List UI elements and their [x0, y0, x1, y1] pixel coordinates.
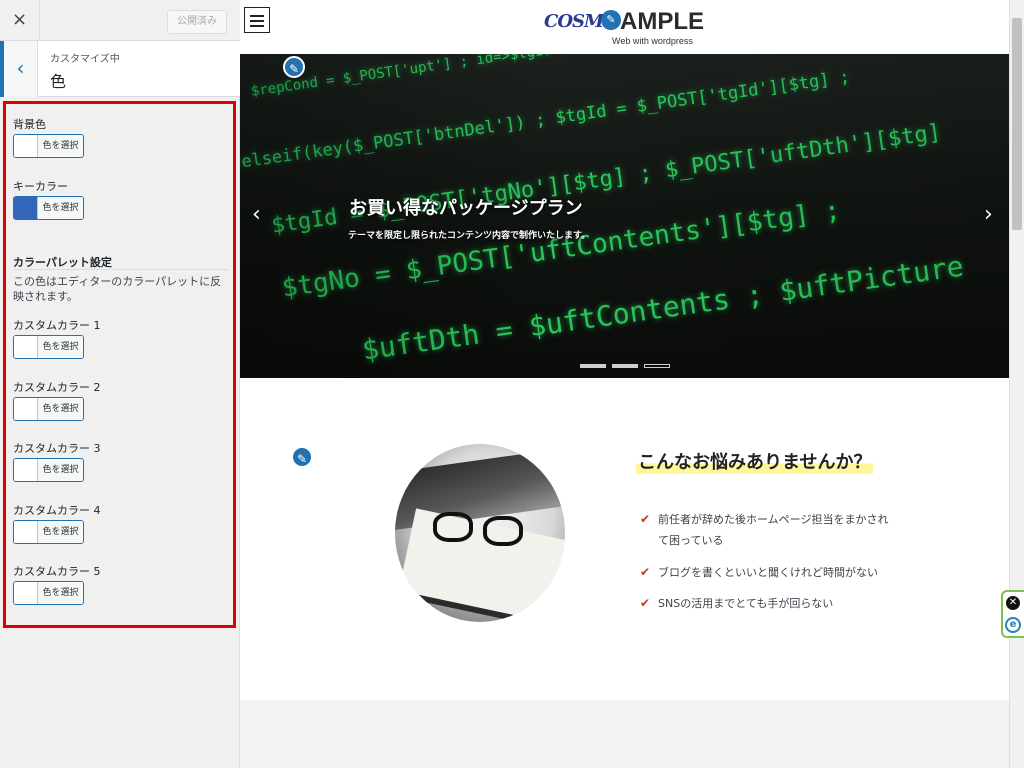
custom-color-4-label: カスタムカラー 4	[13, 504, 101, 517]
palette-heading: カラーパレット設定	[13, 256, 112, 269]
widget-logo-icon[interactable]: e	[1005, 617, 1021, 633]
customizer-sidebar: × 公開済み ‹ カスタマイズ中 色 背景色 色を選択 キーカラー 色を選択 カ…	[0, 0, 240, 768]
color-swatch	[14, 336, 38, 358]
custom-color-1-picker[interactable]: 色を選択	[13, 335, 84, 359]
customizing-label: カスタマイズ中	[50, 54, 120, 65]
menu-icon[interactable]	[244, 7, 270, 33]
preview-scrollbar[interactable]	[1009, 0, 1024, 768]
edit-shortcut-icon[interactable]: ✎	[291, 446, 313, 468]
next-section	[240, 700, 1009, 768]
custom-color-3-label: カスタムカラー 3	[13, 442, 101, 455]
color-swatch	[14, 459, 38, 481]
edit-shortcut-icon[interactable]: ✎	[283, 56, 305, 78]
sidebar-header: × 公開済み	[0, 0, 240, 41]
custom-color-5-label: カスタムカラー 5	[13, 565, 101, 578]
scrollbar-thumb[interactable]	[1012, 18, 1022, 230]
extension-widget: ✕ e	[1001, 590, 1024, 638]
section-title: ‹ カスタマイズ中 色	[0, 41, 240, 97]
check-icon: ✔	[640, 565, 651, 579]
background-color-label: 背景色	[13, 118, 46, 131]
custom-color-3-picker[interactable]: 色を選択	[13, 458, 84, 482]
slider-dot[interactable]	[580, 364, 606, 368]
site-logo-title[interactable]: AMPLE	[620, 8, 704, 36]
slider-dot-active[interactable]	[644, 364, 670, 368]
problem-item: 前任者が辞めた後ホームページ担当をまかされて困っている	[658, 513, 889, 547]
select-color-label: 色を選択	[38, 398, 83, 420]
slider-prev-icon[interactable]: ‹	[252, 202, 261, 227]
color-swatch	[14, 197, 38, 219]
key-color-label: キーカラー	[13, 180, 68, 193]
publish-button[interactable]: 公開済み	[167, 10, 227, 34]
background-color-picker[interactable]: 色を選択	[13, 134, 84, 158]
site-logo-subtitle: Web with wordpress	[612, 36, 693, 46]
custom-color-1-label: カスタムカラー 1	[13, 319, 101, 332]
widget-close-icon[interactable]: ✕	[1006, 596, 1020, 610]
select-color-label: 色を選択	[38, 459, 83, 481]
select-color-label: 色を選択	[38, 135, 83, 157]
problems-section: ✎ こんなお悩みありませんか？ ✔ 前任者が辞めた後ホームページ担当をまかされて…	[240, 378, 1009, 700]
custom-color-5-picker[interactable]: 色を選択	[13, 581, 84, 605]
palette-divider	[13, 269, 228, 270]
slider-pagination	[580, 364, 670, 368]
select-color-label: 色を選択	[38, 582, 83, 604]
glasses-notebook-image	[395, 444, 565, 622]
color-swatch	[14, 582, 38, 604]
color-settings-panel: 背景色 色を選択 キーカラー 色を選択 カラーパレット設定 この色はエディターの…	[3, 101, 236, 628]
close-button[interactable]: ×	[0, 0, 40, 40]
select-color-label: 色を選択	[38, 336, 83, 358]
edit-shortcut-icon[interactable]: ✎	[601, 10, 621, 30]
check-icon: ✔	[640, 596, 651, 610]
palette-description: この色はエディターのカラーパレットに反映されます。	[13, 275, 222, 303]
key-color-picker[interactable]: 色を選択	[13, 196, 84, 220]
problem-item: SNSの活用までとても手が回らない	[658, 597, 834, 610]
site-header: COSMO ✎ AMPLE Web with wordpress	[240, 0, 1009, 54]
section-name: 色	[50, 72, 67, 91]
select-color-label: 色を選択	[38, 197, 83, 219]
check-icon: ✔	[640, 512, 651, 526]
hero-subtitle: テーマを限定し限られたコンテンツ内容で制作いたします。	[348, 231, 591, 241]
section-heading: こんなお悩みありませんか？	[636, 448, 874, 474]
custom-color-4-picker[interactable]: 色を選択	[13, 520, 84, 544]
problem-item: ブログを書くといいと聞くけれど時間がない	[658, 566, 878, 579]
back-button[interactable]: ‹	[0, 41, 38, 97]
hero-title: お買い得なパッケージプラン	[349, 198, 583, 219]
custom-color-2-label: カスタムカラー 2	[13, 381, 101, 394]
custom-color-2-picker[interactable]: 色を選択	[13, 397, 84, 421]
select-color-label: 色を選択	[38, 521, 83, 543]
slider-dot[interactable]	[612, 364, 638, 368]
site-preview: COSMO ✎ AMPLE Web with wordpress $repCon…	[240, 0, 1024, 768]
color-swatch	[14, 135, 38, 157]
slider-next-icon[interactable]: ›	[984, 202, 993, 227]
hero-slider: $repCond = $_POST['upt'] ; id=>$tgId ; n…	[240, 54, 1009, 378]
color-swatch	[14, 521, 38, 543]
color-swatch	[14, 398, 38, 420]
